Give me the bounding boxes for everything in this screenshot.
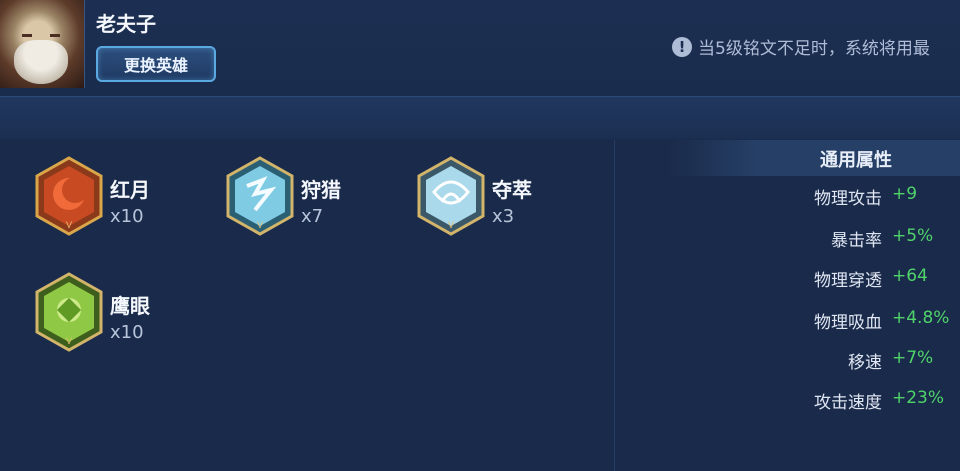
info-icon: ! [672,36,692,57]
change-hero-button[interactable]: 更换英雄 [96,46,216,82]
attribute-row: 暴击率 +5% [700,226,960,254]
red-moon-rune-icon: V [35,156,103,236]
rune-name: 鹰眼 [110,294,150,318]
rune-name: 夺萃 [492,178,532,202]
rune-hunt[interactable]: V 狩猎 x7 [225,156,445,246]
hawk-eye-rune-icon: V [35,272,103,352]
attribute-value: +5% [892,226,934,246]
attribute-row: 物理攻击 +9 [700,184,960,212]
rune-name: 红月 [110,178,150,202]
attribute-value: +9 [892,184,918,204]
attribute-row: 移速 +7% [700,348,960,376]
header-band [0,97,960,139]
avatar-beard [14,40,68,84]
hero-name: 老夫子 [96,12,156,36]
svg-text:V: V [257,220,263,230]
hunt-rune-icon: V [226,156,294,236]
rune-count: x10 [110,206,144,227]
svg-text:V: V [66,336,72,346]
rune-name: 狩猎 [301,178,341,202]
rune-count: x3 [492,206,515,227]
attribute-value: +23% [892,388,945,408]
attribute-row: 物理吸血 +4.8% [700,308,960,336]
notice: ! 当5级铭文不足时，系统将用最 [672,34,930,59]
attributes-title: 通用属性 [820,150,892,171]
avatar-eye [22,34,32,37]
attribute-value: +64 [892,266,928,286]
notice-text: 当5级铭文不足时，系统将用最 [698,39,930,59]
attribute-label: 攻击速度 [814,393,882,413]
rune-count: x7 [301,206,324,227]
attribute-label: 物理攻击 [814,189,882,209]
hero-avatar[interactable] [0,0,85,88]
rune-count: x10 [110,322,144,343]
rune-red-moon[interactable]: V 红月 x10 [34,156,254,246]
rune-plunder[interactable]: V 夺萃 x3 [416,156,636,246]
rune-hawk-eye[interactable]: V 鹰眼 x10 [34,272,254,362]
plunder-rune-icon: V [417,156,485,236]
attribute-value: +7% [892,348,934,368]
attribute-row: 攻击速度 +23% [700,388,960,416]
panel-divider [614,140,615,471]
attribute-value: +4.8% [892,308,950,328]
avatar-eye [50,34,60,37]
svg-text:V: V [448,220,454,230]
attribute-label: 移速 [848,353,882,373]
attribute-label: 物理穿透 [814,271,882,291]
attribute-label: 物理吸血 [814,313,882,333]
attributes-header [668,140,960,176]
svg-text:V: V [66,220,72,230]
attribute-row: 物理穿透 +64 [700,266,960,294]
attribute-label: 暴击率 [831,231,882,251]
